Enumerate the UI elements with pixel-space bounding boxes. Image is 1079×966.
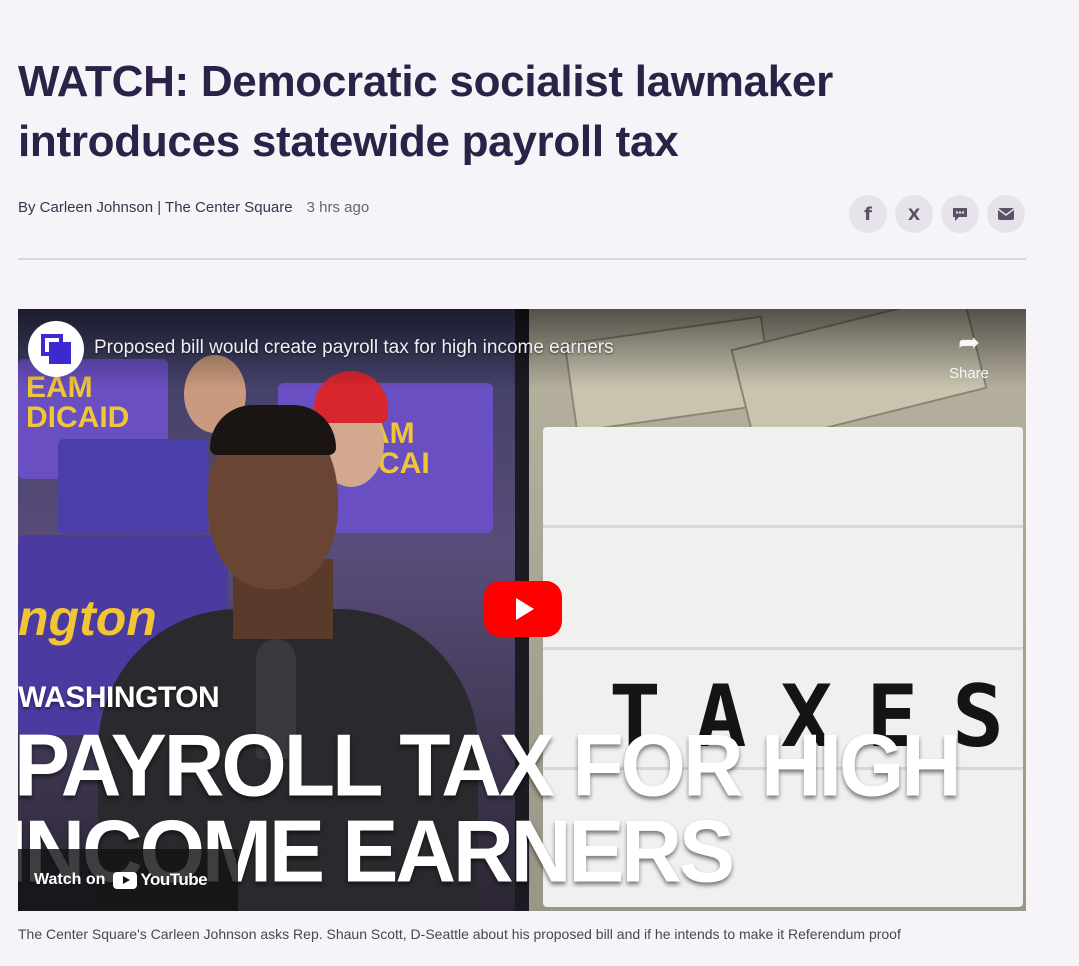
channel-logo[interactable] bbox=[28, 321, 84, 377]
x-share-button[interactable]: X bbox=[895, 195, 933, 233]
x-icon: X bbox=[907, 204, 921, 224]
lightbox-rail bbox=[543, 525, 1023, 528]
play-button[interactable] bbox=[484, 581, 562, 637]
facebook-share-button[interactable]: f bbox=[849, 195, 887, 233]
lightbox-rail bbox=[543, 647, 1023, 650]
overlay-state: WASHINGTON bbox=[18, 681, 220, 714]
watch-on-youtube-button[interactable]: Watch on YouTube bbox=[18, 849, 238, 911]
sms-share-button[interactable] bbox=[941, 195, 979, 233]
facebook-icon: f bbox=[864, 203, 872, 225]
divider bbox=[18, 258, 1026, 260]
logo-square bbox=[49, 342, 71, 364]
watch-on-label: Watch on bbox=[34, 871, 106, 888]
overlay-line-1: PAYROLL TAX FOR HIGH bbox=[18, 715, 962, 815]
share-buttons: f X bbox=[849, 195, 1025, 233]
video-share-button[interactable]: ➦ Share bbox=[944, 329, 994, 382]
headline-line-2: introduces statewide payroll tax bbox=[18, 117, 679, 166]
article-headline: WATCH: Democratic socialist lawmaker int… bbox=[18, 52, 1058, 172]
youtube-label: YouTube bbox=[140, 870, 208, 889]
sign-text: ngton bbox=[18, 590, 157, 646]
publish-time: 3 hrs ago bbox=[306, 199, 370, 216]
email-share-button[interactable] bbox=[987, 195, 1025, 233]
share-arrow-icon: ➦ bbox=[958, 327, 980, 357]
author-name[interactable]: By Carleen Johnson | The Center Square bbox=[18, 199, 293, 216]
share-label: Share bbox=[948, 365, 990, 382]
headline-line-1: WATCH: Democratic socialist lawmaker bbox=[18, 57, 833, 106]
video-caption: The Center Square's Carleen Johnson asks… bbox=[18, 926, 901, 942]
speaker-hair bbox=[210, 405, 336, 455]
play-icon bbox=[516, 598, 534, 620]
video-player[interactable]: EAMDICAID EAMDICAI ngton TAXES Proposed … bbox=[18, 309, 1026, 911]
video-title[interactable]: Proposed bill would create payroll tax f… bbox=[94, 337, 614, 359]
protest-sign bbox=[58, 439, 208, 534]
youtube-logo: YouTube bbox=[113, 870, 208, 890]
email-icon bbox=[997, 208, 1015, 220]
byline: By Carleen Johnson | The Center Square 3… bbox=[18, 199, 369, 216]
sms-icon bbox=[953, 208, 967, 221]
youtube-play-icon bbox=[113, 871, 138, 889]
